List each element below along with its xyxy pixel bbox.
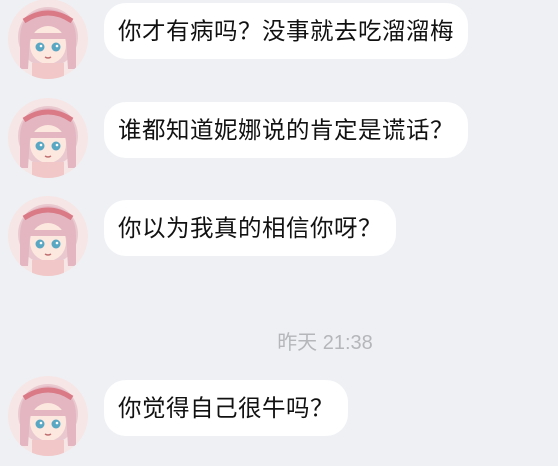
chat-message: 你觉得自己很牛吗？ (0, 376, 558, 456)
chat-message: 你才有病吗？没事就去吃溜溜梅 (0, 0, 558, 79)
message-bubble[interactable]: 你才有病吗？没事就去吃溜溜梅 (104, 3, 468, 59)
message-timestamp: 昨天 21:38 (277, 332, 373, 354)
chat-message: 谁都知道妮娜说的肯定是谎话？ (0, 98, 558, 178)
chat-message: 你以为我真的相信你呀？ (0, 196, 558, 276)
message-bubble[interactable]: 谁都知道妮娜说的肯定是谎话？ (104, 102, 468, 158)
anime-girl-avatar-icon (8, 0, 88, 79)
message-bubble[interactable]: 你觉得自己很牛吗？ (104, 380, 348, 436)
message-bubble[interactable]: 你以为我真的相信你呀？ (104, 200, 396, 256)
anime-girl-avatar-icon (8, 196, 88, 276)
chat-window: 你才有病吗？没事就去吃溜溜梅 谁都知道妮娜说的肯定是谎话？ 你以为我真的相信你呀… (0, 0, 558, 466)
anime-girl-avatar-icon (8, 376, 88, 456)
avatar-icon[interactable] (8, 376, 88, 456)
avatar-icon[interactable] (8, 196, 88, 276)
avatar-icon[interactable] (8, 98, 88, 178)
anime-girl-avatar-icon (8, 98, 88, 178)
avatar-icon[interactable] (8, 0, 88, 79)
